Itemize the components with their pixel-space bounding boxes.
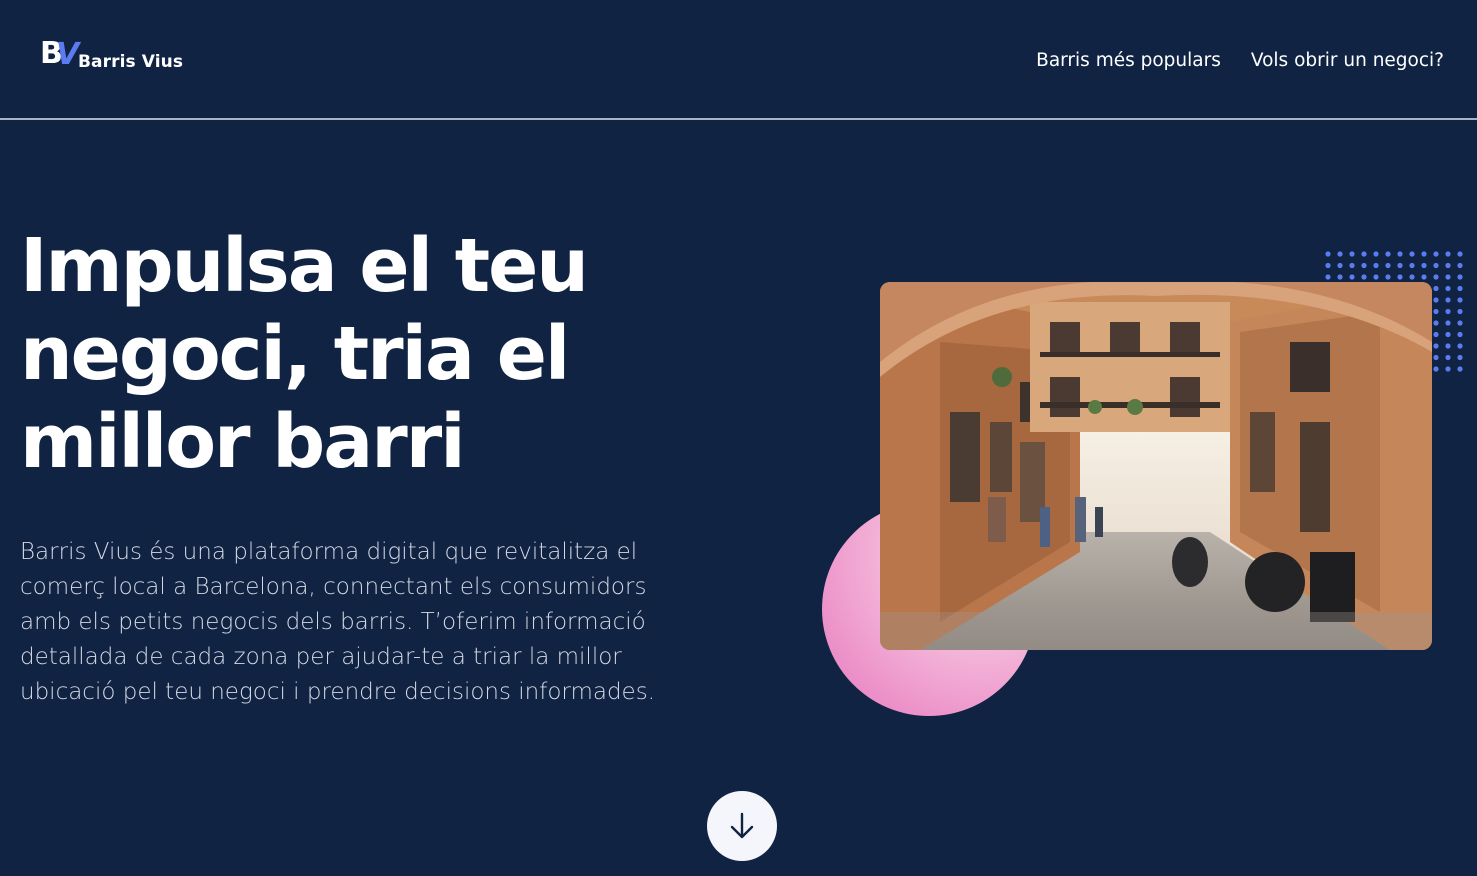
dot [1457, 251, 1463, 257]
dot [1349, 274, 1355, 280]
dot [1457, 320, 1463, 326]
dot [1445, 366, 1451, 372]
dot [1397, 262, 1403, 269]
dot [1457, 354, 1463, 361]
dot [1445, 297, 1451, 303]
dot [1385, 262, 1391, 269]
dot [1433, 354, 1439, 361]
dot [1349, 251, 1355, 257]
dot [1409, 274, 1415, 280]
dot [1457, 366, 1463, 372]
dot [1445, 308, 1451, 315]
dot [1409, 251, 1415, 257]
dot [1433, 297, 1439, 303]
dot [1457, 274, 1463, 280]
dot [1373, 274, 1379, 280]
dot [1457, 297, 1463, 303]
site-header: B V Barris Vius Barris més populars Vols… [0, 0, 1477, 120]
dot [1457, 285, 1463, 292]
dot [1337, 274, 1343, 280]
logo-text: Barris Vius [78, 52, 184, 72]
dot [1433, 285, 1439, 292]
dot [1433, 308, 1439, 315]
dot [1445, 354, 1451, 361]
dot [1433, 320, 1439, 326]
dot [1373, 262, 1379, 269]
dot [1421, 251, 1427, 257]
landing-page: B V Barris Vius Barris més populars Vols… [0, 0, 1477, 876]
arrow-down-icon [730, 812, 754, 839]
dot [1325, 274, 1331, 280]
dot [1325, 251, 1331, 257]
nav-link-popular-neighborhoods[interactable]: Barris més populars [1036, 50, 1221, 71]
dot [1349, 262, 1355, 269]
dot [1445, 251, 1451, 257]
dot [1445, 343, 1451, 349]
dot [1433, 274, 1439, 280]
hero-description: Barris Vius és una plataforma digital qu… [20, 539, 656, 705]
dot [1421, 274, 1427, 280]
scroll-down-button[interactable] [707, 791, 777, 861]
dot [1397, 251, 1403, 257]
hero-title: Impulsa el teu negoci, tria el millor ba… [20, 223, 589, 485]
dot [1445, 331, 1451, 338]
dot [1457, 262, 1463, 269]
dot [1373, 251, 1379, 257]
dot [1385, 274, 1391, 280]
dot [1445, 320, 1451, 326]
dot [1385, 251, 1391, 257]
nav-link-open-business[interactable]: Vols obrir un negoci? [1251, 50, 1444, 71]
dot [1433, 262, 1439, 269]
logo-letter-v: V [56, 37, 80, 72]
dot [1433, 366, 1439, 372]
dot [1325, 262, 1331, 269]
dot [1445, 285, 1451, 292]
dot [1445, 274, 1451, 280]
dot [1433, 251, 1439, 257]
dot [1445, 262, 1451, 269]
dot [1397, 274, 1403, 280]
dot [1457, 308, 1463, 315]
dot [1361, 274, 1367, 280]
dot [1421, 262, 1427, 269]
dot [1457, 343, 1463, 349]
dot [1457, 331, 1463, 338]
logo-link[interactable]: B V Barris Vius [40, 37, 184, 73]
main-nav: Barris més populars Vols obrir un negoci… [1036, 50, 1444, 71]
street-photo [880, 282, 1432, 650]
dot [1361, 262, 1367, 269]
dot [1337, 251, 1343, 257]
dot [1409, 262, 1415, 269]
logo-mark: B V [40, 37, 80, 72]
dot [1433, 331, 1439, 338]
dot [1361, 251, 1367, 257]
dot [1337, 262, 1343, 269]
dot [1433, 343, 1439, 349]
